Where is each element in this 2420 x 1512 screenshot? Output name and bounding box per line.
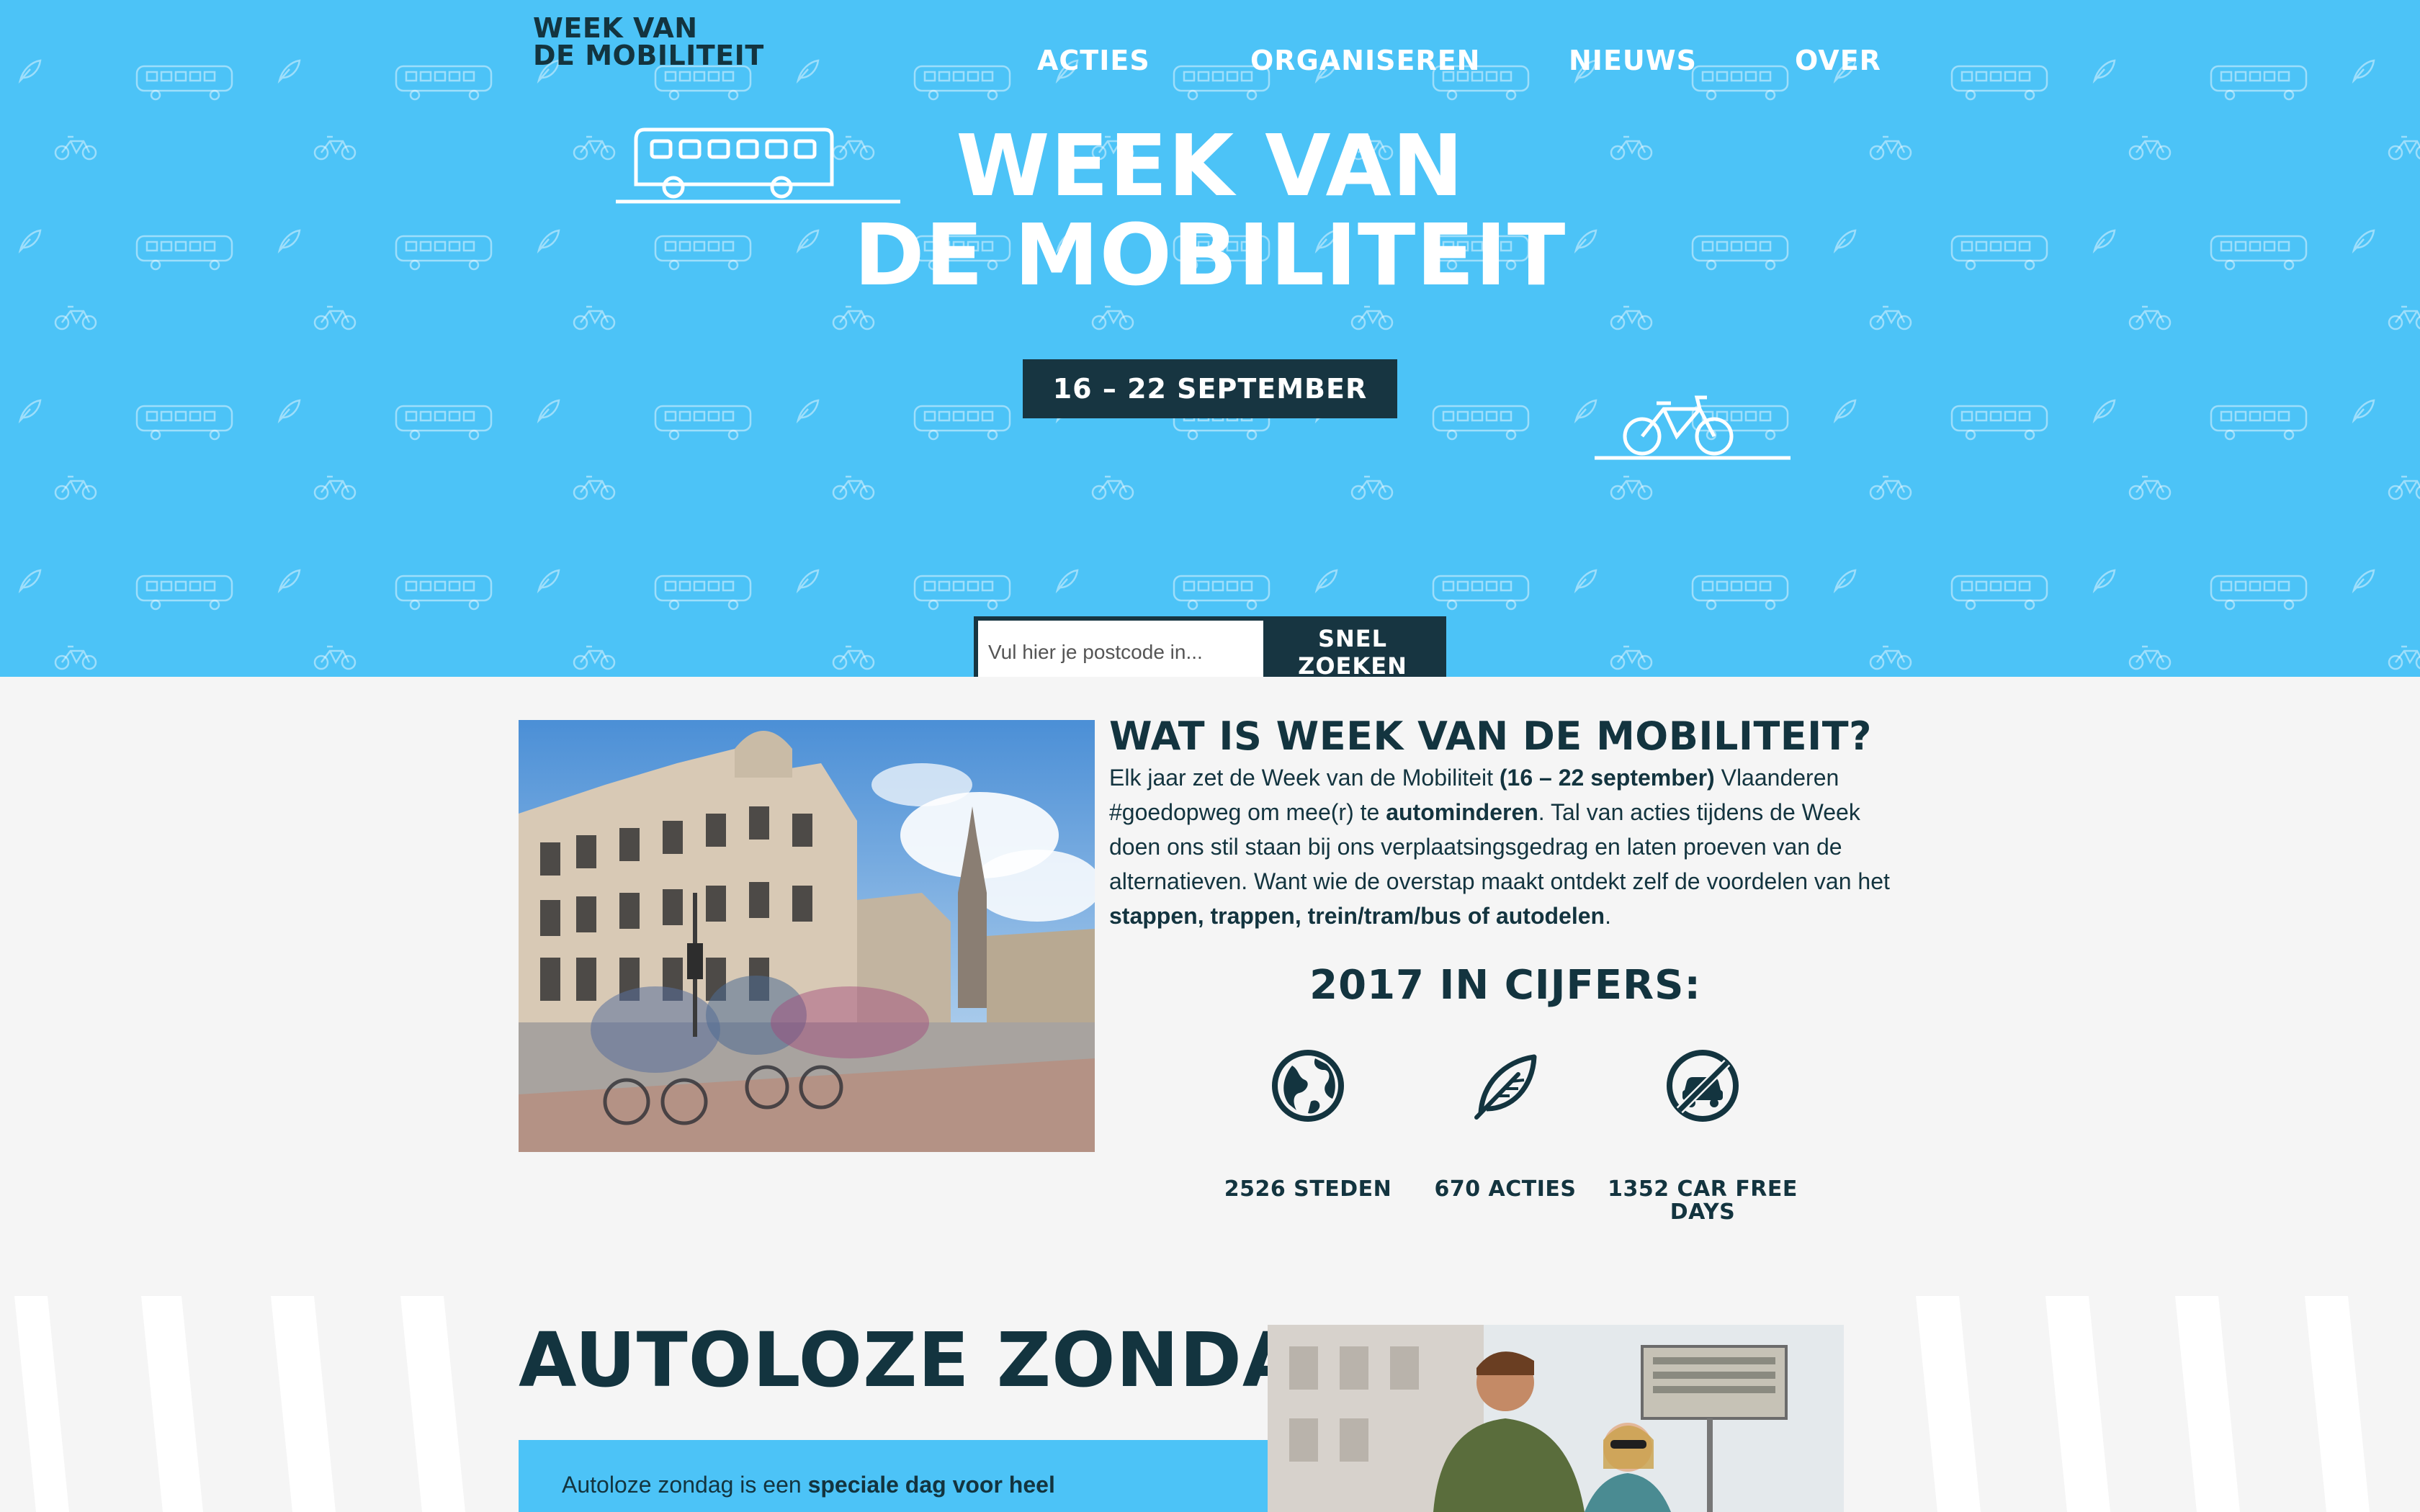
- nav-item-over[interactable]: OVER: [1795, 45, 1881, 76]
- main-navigation: ACTIES ORGANISEREN NIEUWS OVER: [1037, 45, 1881, 76]
- postcode-input[interactable]: [978, 621, 1263, 677]
- autoloze-zondag-heading: AUTOLOZE ZONDAG: [519, 1316, 1363, 1404]
- about-section: WAT IS WEEK VAN DE MOBILITEIT? Elk jaar …: [1109, 713, 1901, 933]
- nav-item-nieuws[interactable]: NIEUWS: [1569, 45, 1795, 76]
- autoloze-text-bold: speciale dag voor heel: [807, 1472, 1055, 1498]
- hero-title-line-2: DE MOBILITEIT: [853, 205, 1567, 305]
- stat-actions: 670 ACTIES: [1397, 1048, 1613, 1201]
- stat-cities-label: 2526 STEDEN: [1224, 1176, 1392, 1202]
- postcode-search-form: SNEL ZOEKEN: [974, 616, 1446, 677]
- commuters-photo: [1268, 1325, 1844, 1512]
- about-heading: WAT IS WEEK VAN DE MOBILITEIT?: [1109, 714, 1872, 759]
- about-autominderen-bold: autominderen: [1386, 799, 1538, 825]
- about-dates-bold: (16 – 22 september): [1499, 765, 1715, 791]
- hero-banner: WEEK VAN DE MOBILITEIT ACTIES ORGANISERE…: [0, 0, 2420, 677]
- hero-title: WEEK VAN DE MOBILITEIT: [850, 121, 1570, 300]
- about-alternatives-bold: stappen, trappen, trein/tram/bus of auto…: [1109, 903, 1605, 929]
- logo-line-1: WEEK VAN: [533, 12, 698, 44]
- bicycle-illustration-icon: [1595, 395, 1791, 460]
- no-car-icon: [1667, 1050, 1739, 1122]
- quick-search-button[interactable]: SNEL ZOEKEN: [1263, 621, 1442, 677]
- city-cyclists-photo: [519, 720, 1095, 1152]
- transport-pattern-background: [0, 0, 2420, 677]
- site-logo[interactable]: WEEK VAN DE MOBILITEIT: [533, 14, 764, 69]
- about-text-part: Elk jaar zet de Week van de Mobiliteit: [1109, 765, 1500, 791]
- stats-title: 2017 IN CIJFERS:: [1309, 962, 1701, 1009]
- about-paragraph: Elk jaar zet de Week van de Mobiliteit (…: [1109, 760, 1901, 933]
- nav-item-acties[interactable]: ACTIES: [1037, 45, 1250, 76]
- stat-cities: 2526 STEDEN: [1200, 1048, 1416, 1201]
- stat-actions-label: 670 ACTIES: [1434, 1176, 1577, 1202]
- autoloze-text-part: Autoloze zondag is een: [562, 1472, 808, 1498]
- commuters-photo-illustration: [1268, 1325, 1844, 1512]
- logo-line-2: DE MOBILITEIT: [533, 40, 764, 71]
- globe-icon: [1272, 1050, 1344, 1122]
- stat-car-free-days-label: 1352 CAR FREE DAYS: [1608, 1176, 1798, 1225]
- nav-item-organiseren[interactable]: ORGANISEREN: [1250, 45, 1569, 76]
- date-badge: 16 – 22 SEPTEMBER: [1023, 359, 1397, 418]
- autoloze-zondag-text: Autoloze zondag is een speciale dag voor…: [562, 1472, 1268, 1498]
- city-photo-illustration: [519, 720, 1095, 1152]
- leaf-icon: [1474, 1054, 1537, 1120]
- about-text-part: .: [1605, 903, 1611, 929]
- autoloze-zondag-intro: Autoloze zondag is een speciale dag voor…: [519, 1440, 1268, 1512]
- stat-car-free-days: 1352 CAR FREE DAYS: [1595, 1048, 1811, 1224]
- hero-title-line-1: WEEK VAN: [956, 116, 1464, 215]
